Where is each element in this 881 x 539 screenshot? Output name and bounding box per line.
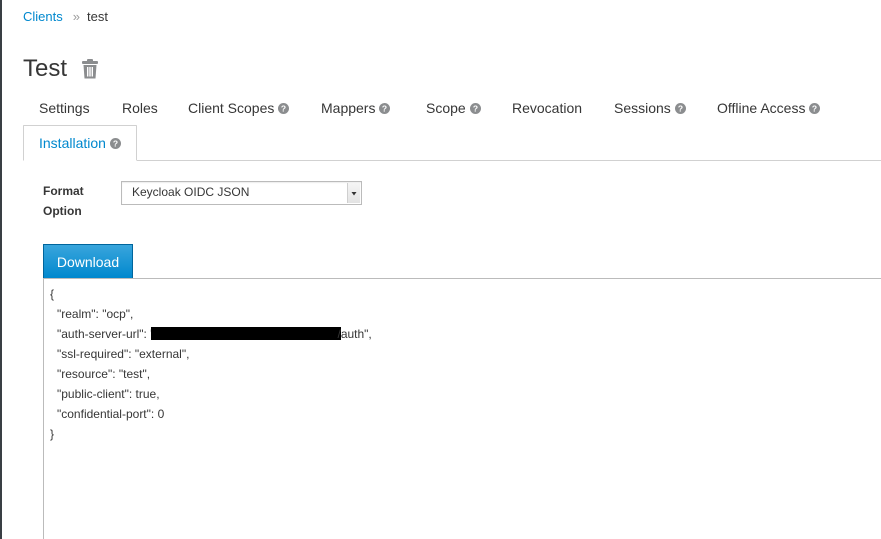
code-line: } xyxy=(50,427,55,441)
tab-settings[interactable]: Settings xyxy=(39,92,90,124)
breadcrumb: Clients » test xyxy=(23,9,108,25)
code-line-prefix: "auth-server-url": " xyxy=(57,327,155,341)
download-button[interactable]: Download xyxy=(43,244,133,278)
tab-label: Mappers xyxy=(321,100,376,116)
code-line: "realm": "ocp", xyxy=(57,307,134,321)
code-line: "resource": "test", xyxy=(57,367,151,381)
trash-icon[interactable] xyxy=(81,59,99,79)
tab-label: Offline Access xyxy=(717,100,806,116)
tab-installation[interactable]: Installation? xyxy=(23,125,137,161)
tab-label: Scope xyxy=(426,100,466,116)
svg-text:?: ? xyxy=(473,104,478,114)
breadcrumb-current: test xyxy=(86,9,108,24)
code-line: "ssl-required": "external", xyxy=(57,347,190,361)
format-option-select[interactable]: Keycloak OIDC JSON xyxy=(121,181,362,205)
client-tabs: Settings Roles Client Scopes? Mappers? S… xyxy=(23,92,881,161)
svg-text:?: ? xyxy=(113,139,118,149)
breadcrumb-separator: » xyxy=(72,9,80,24)
installation-config-textarea[interactable]: { "realm": "ocp", "auth-server-url": " /a… xyxy=(43,278,881,539)
code-line: "confidential-port": 0 xyxy=(57,407,165,421)
tab-client-scopes[interactable]: Client Scopes? xyxy=(188,92,290,124)
tab-label: Sessions xyxy=(614,100,671,116)
tab-label: Roles xyxy=(122,100,158,116)
question-circle-icon[interactable]: ? xyxy=(469,93,481,114)
code-line: "auth-server-url": " /auth", xyxy=(50,324,881,344)
tab-mappers[interactable]: Mappers? xyxy=(321,92,391,124)
tab-roles[interactable]: Roles xyxy=(122,92,158,124)
svg-text:?: ? xyxy=(281,104,286,114)
dropdown-arrow-icon[interactable] xyxy=(347,183,360,203)
left-nav-edge xyxy=(0,0,2,539)
page: Clients » test Test Settings Roles Client … xyxy=(0,0,881,539)
tab-revocation[interactable]: Revocation xyxy=(512,92,582,124)
format-option-value: Keycloak OIDC JSON xyxy=(132,185,250,199)
tab-label: Client Scopes xyxy=(188,100,275,116)
code-line-suffix: /auth", xyxy=(337,327,372,341)
code-line: { xyxy=(50,287,55,301)
question-circle-icon[interactable]: ? xyxy=(809,93,821,114)
svg-text:?: ? xyxy=(382,104,387,114)
svg-text:?: ? xyxy=(678,104,683,114)
question-circle-icon[interactable]: ? xyxy=(278,93,290,114)
question-circle-icon[interactable]: ? xyxy=(379,93,391,114)
tab-sessions[interactable]: Sessions? xyxy=(614,92,686,124)
question-circle-icon[interactable]: ? xyxy=(109,127,121,149)
redaction-bar xyxy=(151,327,342,340)
breadcrumb-clients-link[interactable]: Clients xyxy=(23,9,63,24)
page-title: Test xyxy=(23,55,68,82)
question-circle-icon[interactable]: ? xyxy=(674,93,686,114)
tab-label: Revocation xyxy=(512,100,583,116)
title-row: Test xyxy=(23,53,99,85)
tab-offline-access[interactable]: Offline Access? xyxy=(717,92,821,124)
tab-label: Settings xyxy=(39,100,90,116)
tab-label: Installation xyxy=(39,135,106,151)
format-option-label: Format Option xyxy=(43,184,84,218)
svg-text:?: ? xyxy=(812,104,817,114)
tab-scope[interactable]: Scope? xyxy=(426,92,481,124)
code-line: "public-client": true, xyxy=(57,387,160,401)
